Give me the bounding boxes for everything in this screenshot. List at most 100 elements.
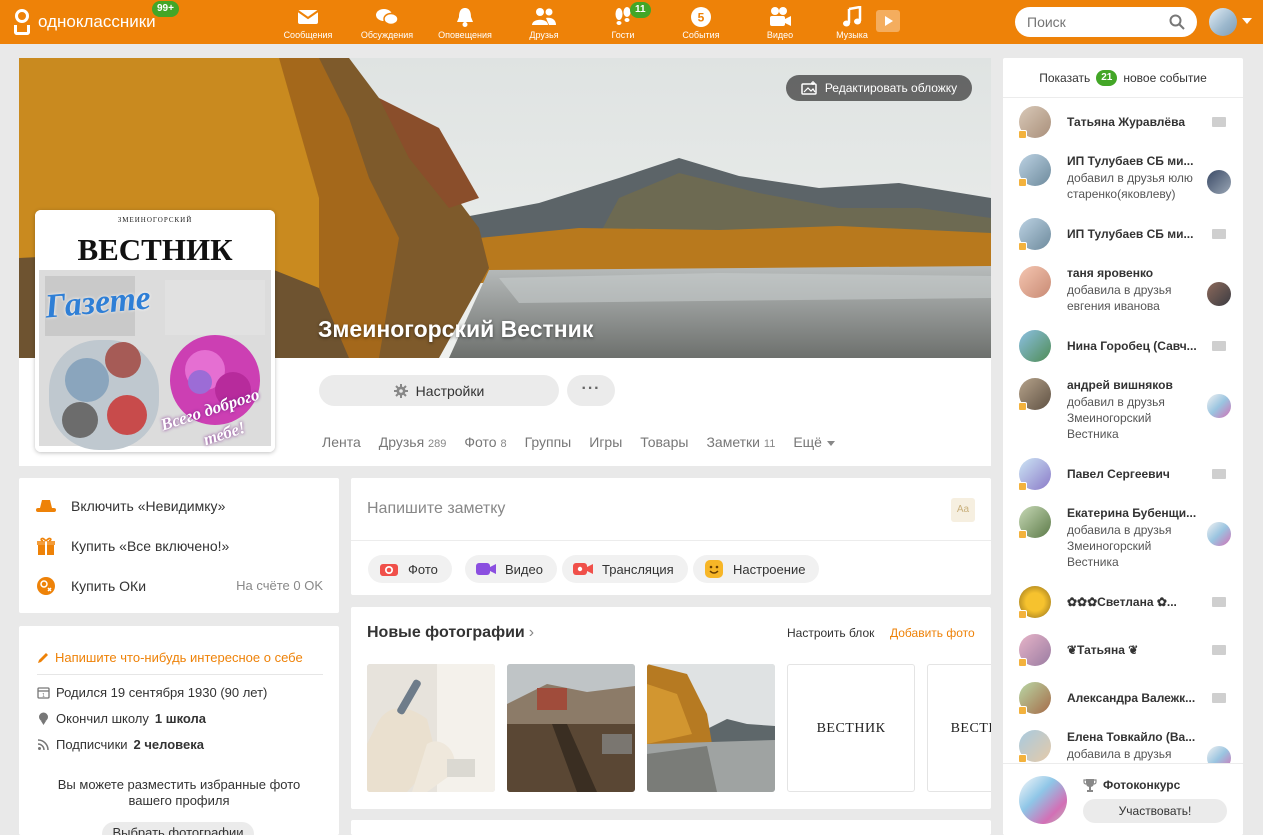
tab-games[interactable]: Игры (589, 434, 622, 450)
broadcast-chip[interactable]: Трансляция (562, 555, 688, 583)
friend-name[interactable]: таня яровенко (1067, 266, 1199, 280)
friend-name[interactable]: Татьяна Журавлёва (1067, 115, 1199, 129)
online-indicator (1018, 130, 1027, 139)
note-input[interactable]: Напишите заметку (367, 500, 505, 518)
settings-button[interactable]: Настройки (319, 375, 559, 406)
write-about-link[interactable]: Напишите что-нибудь интересное о себе (37, 650, 303, 665)
user-avatar[interactable] (1209, 8, 1237, 36)
logo[interactable]: одноклассники (12, 8, 156, 36)
friend-name[interactable]: Екатерина Бубенщи... (1067, 506, 1199, 520)
chevron-down-icon (826, 440, 835, 446)
all-inclusive-option[interactable]: Купить «Все включено!» (35, 535, 229, 557)
tab-label: Фото (464, 434, 497, 450)
video-chip[interactable]: Видео (465, 555, 557, 583)
mood-chip[interactable]: Настроение (693, 555, 820, 583)
video-camera-icon (770, 7, 791, 26)
calendar-icon: 1 (37, 687, 50, 699)
avatar-masthead-small: ЗМЕИНОГОРСКИЙ (117, 216, 193, 224)
envelope-icon[interactable] (1212, 645, 1226, 655)
friend-name[interactable]: ✿✿✿Светлана ✿... (1067, 595, 1199, 609)
friend-event-text: добавил в друзья Змеиногорский Вестника (1067, 395, 1165, 441)
envelope-icon[interactable] (1212, 693, 1226, 703)
configure-block-link[interactable]: Настроить блок (787, 626, 874, 640)
search-icon[interactable] (1169, 14, 1185, 30)
profile-tabs: Лента Друзья 289 Фото 8 Группы Игры Това… (322, 434, 853, 450)
nav-video[interactable]: Видео (743, 0, 817, 44)
friend-name[interactable]: Нина Горобец (Савч... (1067, 339, 1199, 353)
friend-name[interactable]: ИП Тулубаев СБ ми... (1067, 154, 1199, 168)
chevron-down-icon[interactable] (1242, 18, 1252, 24)
friend-name[interactable]: ❦Татьяна ❦ (1067, 643, 1199, 657)
tab-count: 8 (500, 438, 507, 450)
tab-groups[interactable]: Группы (525, 434, 572, 450)
photo-chip[interactable]: Фото (368, 555, 452, 583)
friend-event-text: добавил в друзья юлю старенко(яковлеву) (1067, 171, 1193, 201)
followers-count[interactable]: 2 человека (134, 737, 204, 752)
edit-cover-icon (801, 81, 817, 95)
music-play-icon[interactable] (876, 10, 900, 32)
friend-name[interactable]: Александра Валежк... (1067, 691, 1199, 705)
text-style-button[interactable]: Aa (951, 498, 975, 522)
tab-products[interactable]: Товары (640, 434, 688, 450)
edit-cover-button[interactable]: Редактировать обложку (786, 75, 972, 101)
nav-messages[interactable]: Сообщения (271, 0, 345, 44)
nav-discussions[interactable]: Обсуждения (350, 0, 424, 44)
envelope-icon[interactable] (1212, 597, 1226, 607)
nav-notifications[interactable]: Оповещения (428, 0, 502, 44)
search-box[interactable] (1015, 7, 1197, 37)
svg-text:1: 1 (42, 693, 45, 699)
photo-thumbnail[interactable]: ВЕСТНИК (787, 664, 915, 792)
birth-info: 1 Родился 19 сентября 1930 (90 лет) (37, 685, 267, 700)
buy-ok-option[interactable]: Купить ОКи (35, 575, 146, 597)
gear-icon (393, 383, 408, 398)
school-name[interactable]: 1 школа (155, 711, 206, 726)
tab-more[interactable]: Ещё (793, 434, 835, 450)
tab-friends[interactable]: Друзья 289 (379, 434, 447, 450)
nav-label: Сообщения (283, 30, 333, 40)
friend-name[interactable]: Елена Товкайло (Ва... (1067, 730, 1199, 744)
profile-avatar[interactable]: ЗМЕИНОГОРСКИЙ ВЕСТНИК Газете Всего добро… (35, 210, 275, 452)
tab-feed[interactable]: Лента (322, 434, 361, 450)
avatar[interactable] (1207, 394, 1231, 418)
friend-event-text: добавила в друзья Змеиногорский Вестника (1067, 523, 1172, 569)
followers-prefix: Подписчики (56, 737, 128, 752)
nav-friends[interactable]: Друзья (507, 0, 581, 44)
ok-logo-icon (12, 8, 32, 36)
avatar[interactable] (1019, 330, 1051, 362)
envelope-icon[interactable] (1212, 117, 1226, 127)
invisible-hat-icon (35, 495, 57, 517)
avatar[interactable] (1207, 282, 1231, 306)
search-input[interactable] (1027, 14, 1157, 30)
photo-thumbnail[interactable] (367, 664, 495, 792)
avatar[interactable] (1207, 170, 1231, 194)
participate-button[interactable]: Участвовать! (1083, 799, 1227, 823)
new-photos-title-text: Новые фотографии (367, 624, 525, 641)
avatar[interactable] (1019, 776, 1067, 824)
avatar[interactable] (1207, 522, 1231, 546)
photo-thumbnail[interactable]: ВЕСТНИК (927, 664, 991, 792)
followers-info: Подписчики 2 человека (37, 737, 204, 752)
add-photo-link[interactable]: Добавить фото (890, 626, 975, 640)
friend-name[interactable]: андрей вишняков (1067, 378, 1199, 392)
friend-name[interactable]: ИП Тулубаев СБ ми... (1067, 227, 1199, 241)
invisible-mode-option[interactable]: Включить «Невидимку» (35, 495, 225, 517)
envelope-icon[interactable] (1212, 469, 1226, 479)
avatar[interactable] (1019, 266, 1051, 298)
nav-label: Видео (766, 30, 794, 40)
nav-events[interactable]: 5 События (664, 0, 738, 44)
online-indicator (1018, 530, 1027, 539)
friends-icon (532, 8, 556, 25)
show-new-events[interactable]: Показать 21 новое событие (1003, 58, 1243, 98)
envelope-icon[interactable] (1212, 341, 1226, 351)
new-photos-title[interactable]: Новые фотографии › (367, 624, 534, 642)
photo-thumbnail[interactable] (647, 664, 775, 792)
friend-name[interactable]: Павел Сергеевич (1067, 467, 1199, 481)
more-actions-button[interactable]: ··· (567, 375, 615, 406)
tab-photos[interactable]: Фото 8 (464, 434, 506, 450)
photo-thumbnail[interactable] (507, 664, 635, 792)
envelope-icon[interactable] (1212, 229, 1226, 239)
nav-guests[interactable]: Гости 11 (586, 0, 660, 44)
tab-notes[interactable]: Заметки 11 (706, 434, 775, 450)
guests-badge: 11 (630, 2, 651, 18)
choose-photos-button[interactable]: Выбрать фотографии (102, 822, 254, 835)
